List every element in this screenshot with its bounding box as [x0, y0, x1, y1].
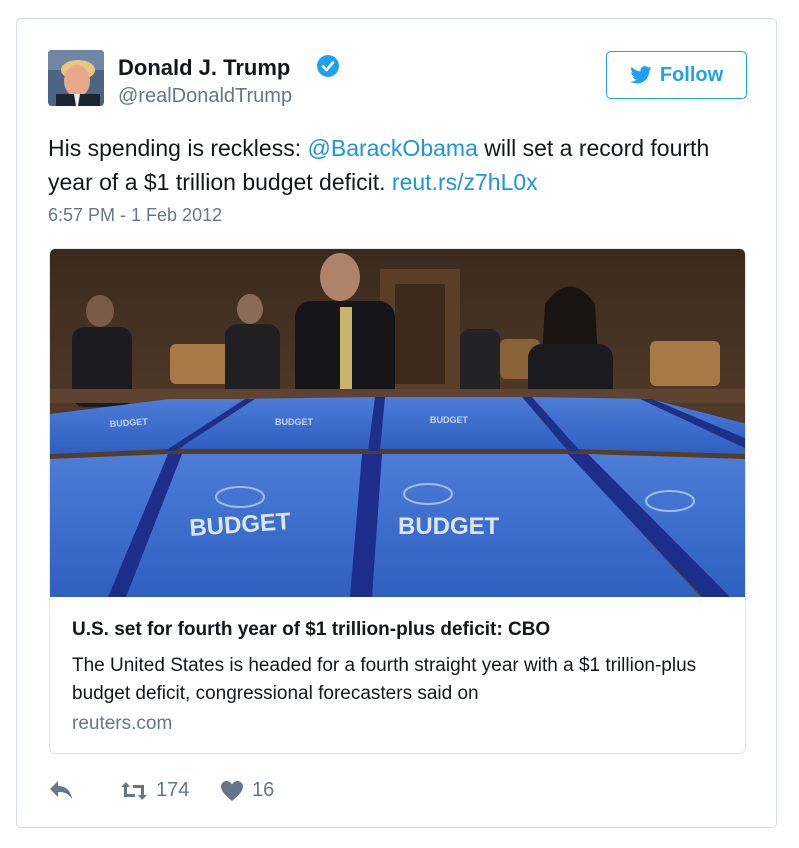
avatar-image: [48, 50, 104, 106]
display-name[interactable]: Donald J. Trump: [118, 55, 290, 81]
card-title[interactable]: U.S. set for fourth year of $1 trillion-…: [72, 619, 550, 641]
like-button[interactable]: 16: [220, 779, 274, 802]
retweet-button[interactable]: 174: [120, 779, 189, 802]
tweet-text-part-1: His spending is reckless:: [48, 135, 308, 161]
tweet-text: His spending is reckless: @BarackObama w…: [48, 131, 748, 199]
retweet-count: 174: [156, 779, 190, 801]
follow-button[interactable]: Follow: [606, 51, 747, 99]
user-handle[interactable]: @realDonaldTrump: [118, 85, 292, 108]
follow-label: Follow: [659, 63, 724, 86]
avatar[interactable]: [48, 50, 104, 106]
retweet-icon: [121, 781, 147, 800]
like-count: 16: [252, 779, 275, 801]
tweet-card: Donald J. Trump @realDonaldTrump Follow …: [16, 18, 777, 828]
budget-books-photo: BUDGET BUDGET BUDGET BUDGET BUDGET: [50, 249, 745, 597]
book-label-back-right: BUDGET: [430, 415, 469, 425]
mention-link[interactable]: @BarackObama: [308, 135, 478, 161]
heart-icon: [221, 780, 243, 801]
reply-button[interactable]: [48, 779, 74, 801]
twitter-bird-icon: [630, 66, 652, 84]
link-preview-card[interactable]: BUDGET BUDGET BUDGET BUDGET BUDGET U.S. …: [49, 248, 746, 754]
card-image[interactable]: BUDGET BUDGET BUDGET BUDGET BUDGET: [50, 249, 745, 597]
verified-icon: [317, 55, 339, 77]
tweet-url-link[interactable]: reut.rs/z7hL0x: [392, 169, 538, 195]
card-description: The United States is headed for a fourth…: [72, 655, 697, 704]
book-label-center: BUDGET: [398, 513, 500, 540]
tweet-timestamp[interactable]: 6:57 PM - 1 Feb 2012: [48, 205, 222, 226]
book-label-back-center: BUDGET: [275, 417, 314, 427]
card-domain: reuters.com: [72, 713, 173, 734]
reply-icon: [50, 781, 72, 799]
